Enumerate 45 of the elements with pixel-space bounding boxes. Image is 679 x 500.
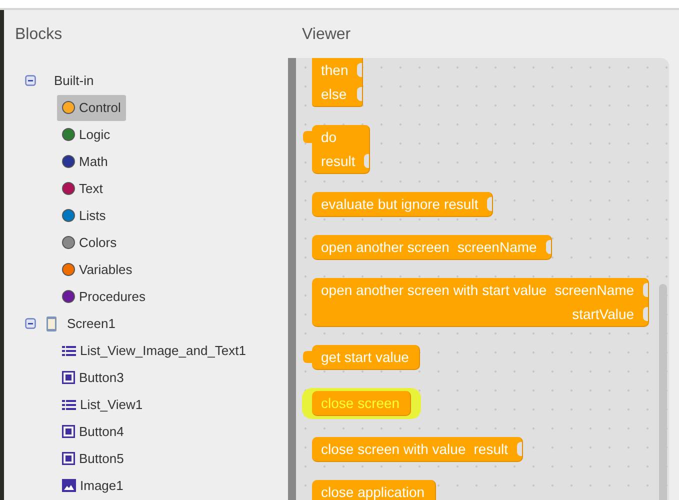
tree-item[interactable]: Image1 [57, 472, 128, 498]
list-icon [62, 344, 76, 356]
output-plug [303, 131, 312, 143]
tree-item[interactable]: Variables [57, 256, 138, 282]
tree-item[interactable]: Button5 [57, 446, 129, 472]
tree-item[interactable]: Text [57, 176, 108, 202]
collapse-icon[interactable] [25, 318, 36, 329]
tree-item[interactable]: Lists [57, 202, 111, 228]
image-icon [62, 479, 76, 492]
block-label: open another screen [321, 238, 450, 257]
block-label: evaluate but ignore result [321, 194, 478, 214]
block-label: do [321, 128, 337, 146]
block-label: screenName [457, 238, 537, 256]
block-label: result [321, 152, 356, 170]
block-label: result [474, 440, 508, 458]
list-icon [62, 398, 76, 410]
tree-item[interactable]: Logic [57, 122, 116, 148]
collapse-icon[interactable] [25, 75, 36, 86]
tree-item[interactable]: Colors [57, 230, 122, 256]
tree-item[interactable]: Built-in [54, 70, 94, 90]
tree-item[interactable]: Screen1 [67, 314, 116, 334]
block-label: screenName [554, 280, 634, 300]
panel-title: Blocks [14, 25, 64, 45]
tree-item[interactable]: Button4 [57, 418, 129, 444]
button-component-icon [62, 425, 75, 438]
tree-item[interactable]: Procedures [57, 284, 150, 310]
tree-item[interactable]: List_View_Image_and_Text1 [57, 338, 251, 364]
panel-title: Viewer [301, 25, 352, 45]
block-label: startValue [572, 304, 634, 324]
block-label: open another screen with start value [321, 280, 547, 300]
output-plug [303, 351, 312, 363]
button-component-icon [62, 452, 75, 465]
block-label: close screen with value [321, 440, 466, 458]
block-label: then [321, 60, 348, 80]
tree-item[interactable]: Control [57, 94, 126, 120]
block-label: else [321, 84, 347, 104]
phone-icon [46, 316, 57, 332]
scrollbar[interactable] [659, 284, 667, 500]
block-label: get start value [321, 348, 409, 367]
block-label: close application [321, 482, 425, 500]
button-component-icon [62, 371, 75, 384]
tree-item[interactable]: Button3 [57, 364, 129, 390]
tree-item[interactable]: Math [57, 148, 113, 174]
block-label: close screen [321, 394, 400, 412]
tree-item[interactable]: List_View1 [57, 392, 148, 418]
